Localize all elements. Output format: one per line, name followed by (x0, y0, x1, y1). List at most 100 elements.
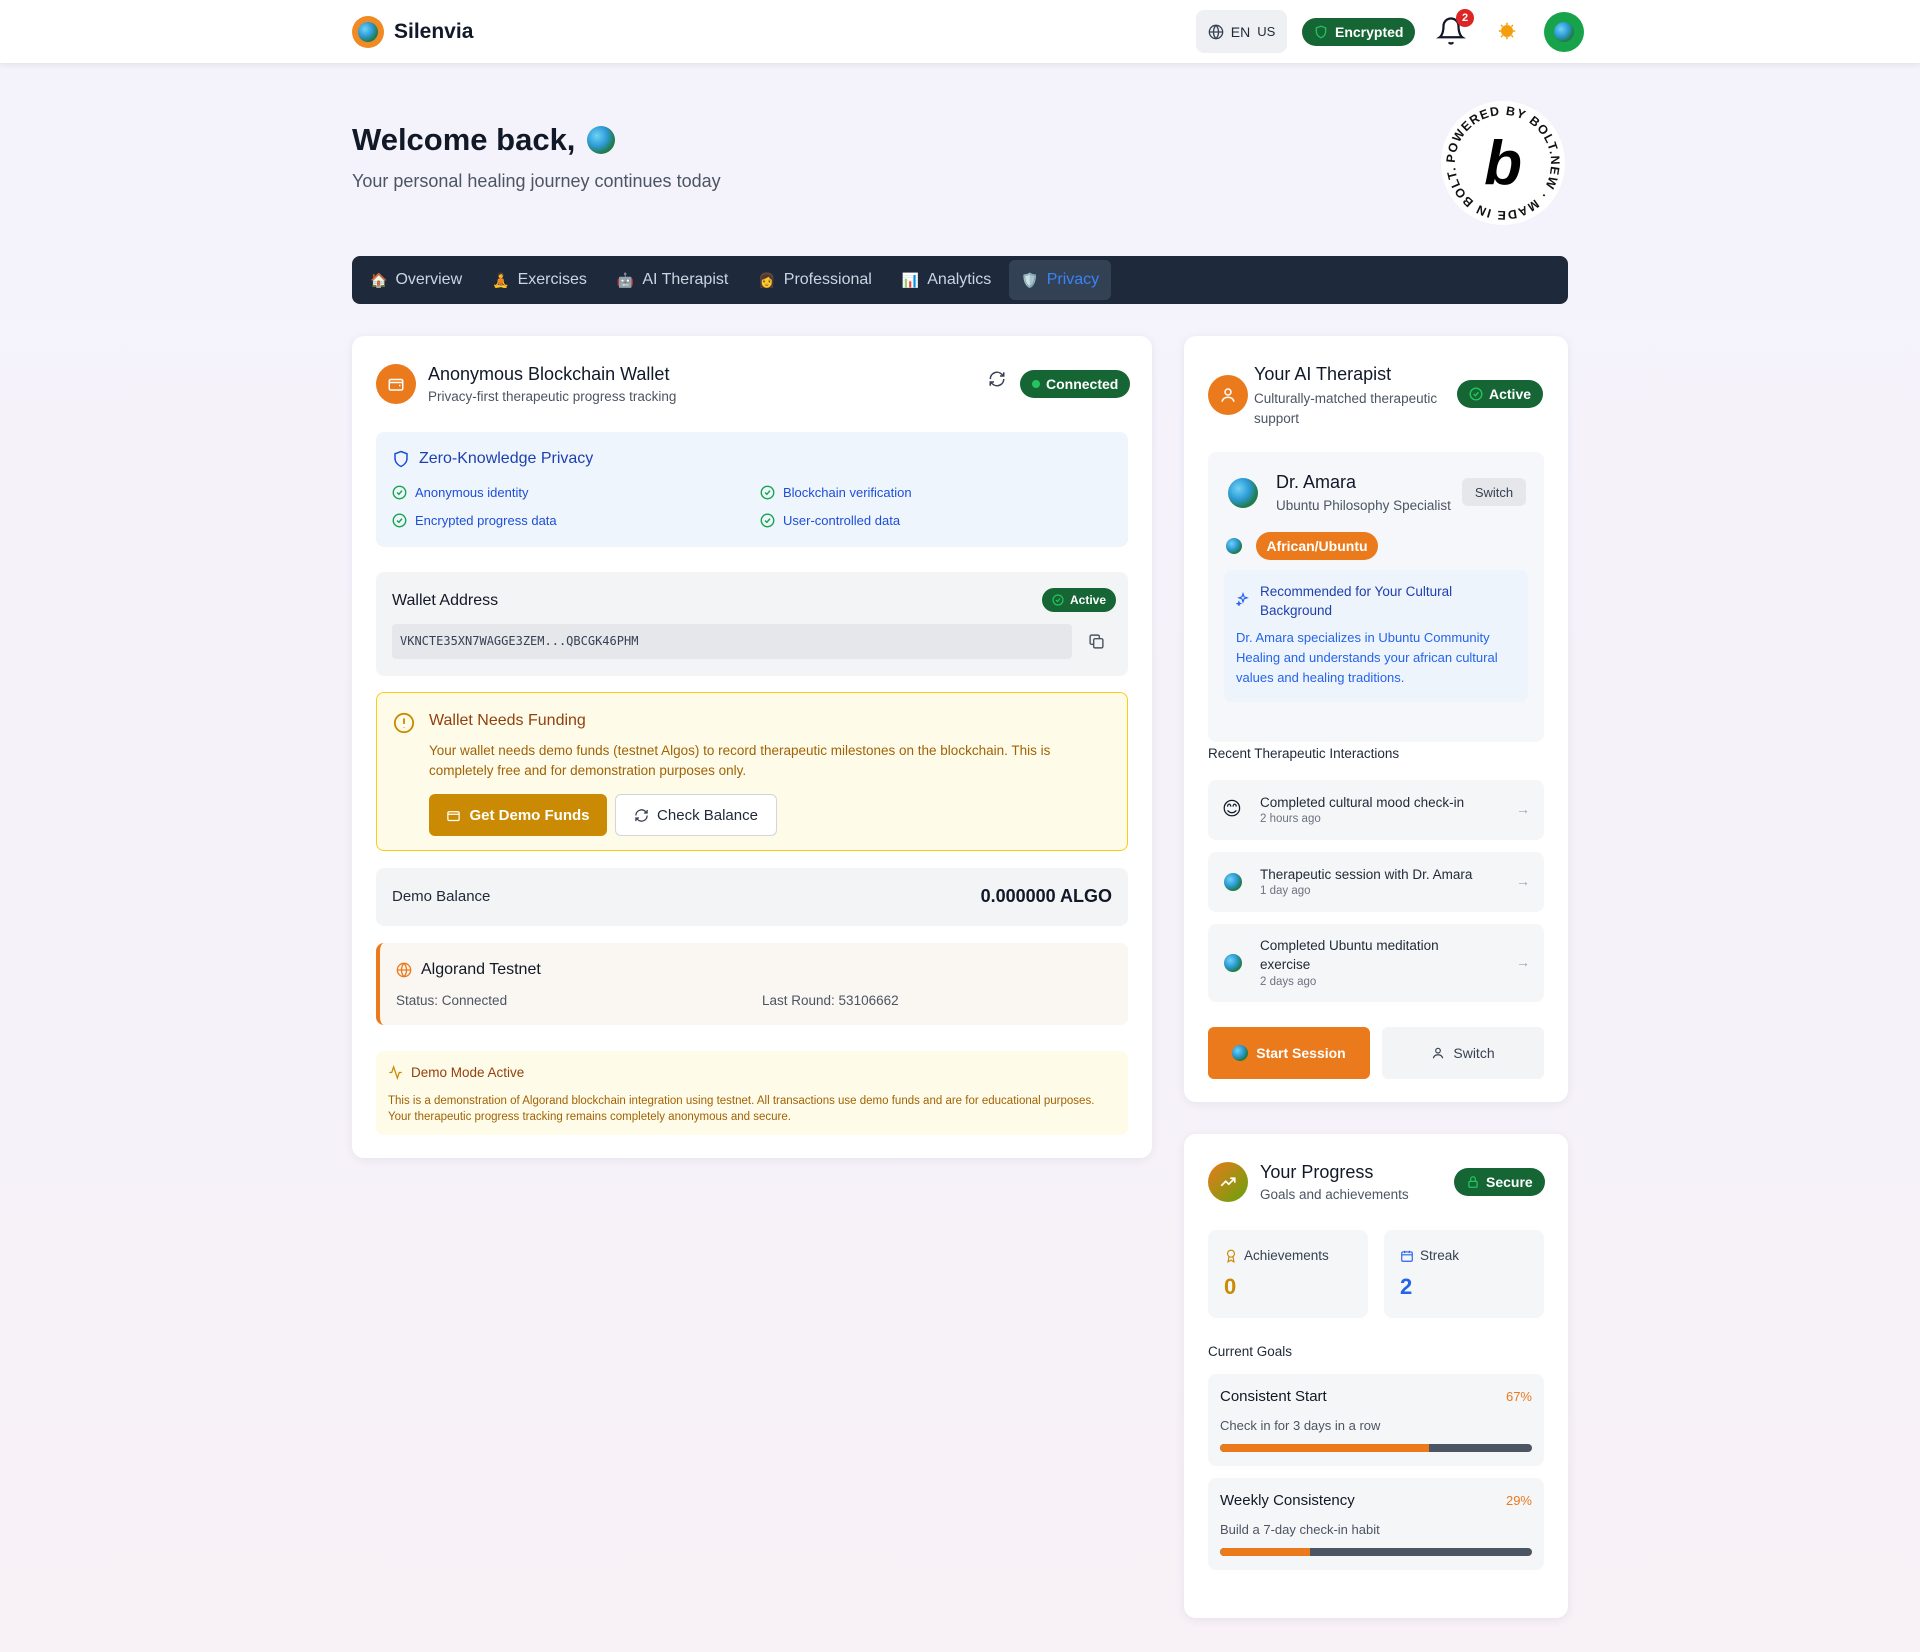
funding-title: Wallet Needs Funding (429, 712, 586, 729)
culture-tag: African/Ubuntu (1256, 532, 1378, 560)
person-icon: 👩 (758, 271, 776, 288)
achievements-label-row: Achievements (1224, 1248, 1329, 1263)
brand[interactable]: Silenvia (352, 16, 473, 48)
stat-label: Streak (1420, 1248, 1460, 1263)
encrypted-label: Encrypted (1335, 24, 1404, 40)
network-name: Algorand Testnet (421, 961, 541, 978)
wallet-icon (447, 810, 461, 821)
notification-count-badge: 2 (1456, 9, 1474, 27)
achievements-stat: Achievements 0 (1208, 1230, 1368, 1318)
network-status: Status: Connected (396, 993, 508, 1008)
check-balance-button[interactable]: Check Balance (615, 794, 777, 836)
tab-ai-therapist[interactable]: 🤖 AI Therapist (605, 260, 740, 300)
goal-percent: 67% (1505, 1389, 1532, 1404)
goal-description: Build a 7-day check-in habit (1220, 1522, 1380, 1537)
balance-value: 0.000000 ALGO (980, 886, 1112, 906)
cultural-recommendation: Recommended for Your Cultural Background… (1224, 570, 1528, 702)
interaction-item[interactable]: Therapeutic session with Dr. Amara 1 day… (1208, 852, 1544, 912)
tab-analytics[interactable]: 📊 Analytics (890, 260, 1003, 300)
button-label: Get Demo Funds (469, 806, 590, 824)
interaction-title: Therapeutic session with Dr. Amara (1260, 867, 1473, 882)
connection-status-badge: Connected (1020, 370, 1131, 398)
tab-privacy[interactable]: 🛡️ Privacy (1009, 260, 1112, 300)
tab-label: AI Therapist (642, 271, 729, 288)
user-icon (1208, 375, 1248, 415)
zk-item: Encrypted progress data (392, 513, 557, 528)
interaction-title: Completed Ubuntu meditation exercise (1260, 938, 1439, 972)
interaction-item[interactable]: Completed Ubuntu meditation exercise 2 d… (1208, 924, 1544, 1002)
interaction-time: 1 day ago (1260, 885, 1311, 897)
recommendation-text: Dr. Amara specializes in Ubuntu Communit… (1236, 630, 1498, 685)
zk-item-label: Anonymous identity (415, 485, 529, 500)
network-heading: Algorand Testnet (396, 961, 541, 979)
welcome-heading: Welcome back, (352, 122, 616, 158)
therapist-specialty: Ubuntu Philosophy Specialist (1276, 498, 1451, 513)
globe-icon (1232, 1045, 1249, 1061)
streak-stat: Streak 2 (1384, 1230, 1544, 1318)
check-circle-icon (1052, 594, 1064, 606)
therapist-profile: Dr. Amara Ubuntu Philosophy Specialist S… (1208, 452, 1544, 742)
status-label: Active (1489, 386, 1532, 402)
demo-heading: Demo Mode Active (388, 1065, 524, 1080)
progress-subtitle: Goals and achievements (1260, 1187, 1409, 1202)
interaction-item[interactable]: 😊 Completed cultural mood check-in 2 hou… (1208, 780, 1544, 840)
zk-heading: Zero-Knowledge Privacy (392, 450, 593, 468)
bolt-badge-logo[interactable]: POWERED BY BOLT.NEW · MADE IN BOLT.NEW ·… (1440, 100, 1566, 226)
demo-mode-notice: Demo Mode Active This is a demonstration… (376, 1051, 1128, 1135)
language-selector[interactable]: EN US (1196, 10, 1287, 53)
achievements-value: 0 (1224, 1274, 1237, 1299)
globe-icon (1554, 22, 1574, 42)
copy-icon[interactable] (1088, 633, 1105, 650)
tab-overview[interactable]: 🏠 Overview (358, 260, 474, 300)
recommendation-title: Recommended for Your Cultural Background (1260, 584, 1453, 618)
tab-exercises[interactable]: 🧘 Exercises (480, 260, 599, 300)
tab-professional[interactable]: 👩 Professional (746, 260, 883, 300)
check-circle-icon (760, 513, 775, 528)
status-dot-icon (1032, 380, 1040, 388)
goal-title: Weekly Consistency (1220, 1492, 1355, 1509)
refresh-icon[interactable] (988, 370, 1006, 388)
wallet-subtitle: Privacy-first therapeutic progress track… (428, 389, 677, 404)
get-demo-funds-button[interactable]: Get Demo Funds (429, 794, 607, 836)
language-code: EN (1230, 23, 1251, 40)
progress-card: Your Progress Goals and achievements Sec… (1184, 1134, 1568, 1618)
switch-therapist-small-button[interactable]: Switch (1462, 478, 1526, 506)
encrypted-badge: Encrypted (1302, 18, 1416, 46)
sun-icon[interactable] (1498, 22, 1516, 40)
goal-percent: 29% (1505, 1493, 1532, 1508)
zk-title: Zero-Knowledge Privacy (419, 450, 594, 467)
wallet-address-field[interactable]: VKNCTE35XN7WAGGE3ZEM...QBCGK46PHM (392, 624, 1072, 659)
goal-progress-bar (1220, 1444, 1532, 1452)
demo-text: This is a demonstration of Algorand bloc… (388, 1095, 1095, 1123)
therapist-card-subtitle: Culturally-matched therapeutic support (1254, 391, 1438, 426)
goal-progress-fill (1220, 1444, 1430, 1452)
check-circle-icon (760, 485, 775, 500)
region-code: US (1257, 24, 1276, 39)
wallet-icon (376, 364, 416, 404)
therapist-status-badge: Active (1457, 380, 1544, 408)
goal-progress-bar (1220, 1548, 1532, 1556)
start-session-button[interactable]: Start Session (1208, 1027, 1370, 1079)
status-label: Secure (1486, 1174, 1533, 1190)
ai-therapist-card: Your AI Therapist Culturally-matched the… (1184, 336, 1568, 1102)
award-icon (1226, 1249, 1236, 1263)
shield-icon (394, 450, 408, 468)
switch-therapist-button[interactable]: Switch (1382, 1027, 1544, 1079)
balance-label: Demo Balance (392, 888, 491, 905)
globe-icon (587, 126, 616, 154)
zk-item-label: Encrypted progress data (415, 513, 557, 528)
demo-balance-row: Demo Balance 0.000000 ALGO (376, 868, 1128, 926)
alert-circle-icon (393, 712, 415, 734)
button-label: Switch (1453, 1045, 1495, 1061)
user-avatar[interactable] (1544, 12, 1584, 52)
sparkles-icon (1236, 592, 1249, 606)
goal-title: Consistent Start (1220, 1388, 1327, 1405)
tab-label: Analytics (927, 271, 992, 288)
wallet-address-box: Wallet Address Active VKNCTE35XN7WAGGE3Z… (376, 572, 1128, 676)
zk-item: User-controlled data (760, 513, 900, 528)
calendar-icon (1401, 1250, 1413, 1262)
goal-item: Consistent Start 67% Check in for 3 days… (1208, 1374, 1544, 1466)
globe-icon (1226, 538, 1242, 554)
interaction-time: 2 days ago (1260, 976, 1317, 988)
robot-icon: 🤖 (616, 271, 635, 288)
